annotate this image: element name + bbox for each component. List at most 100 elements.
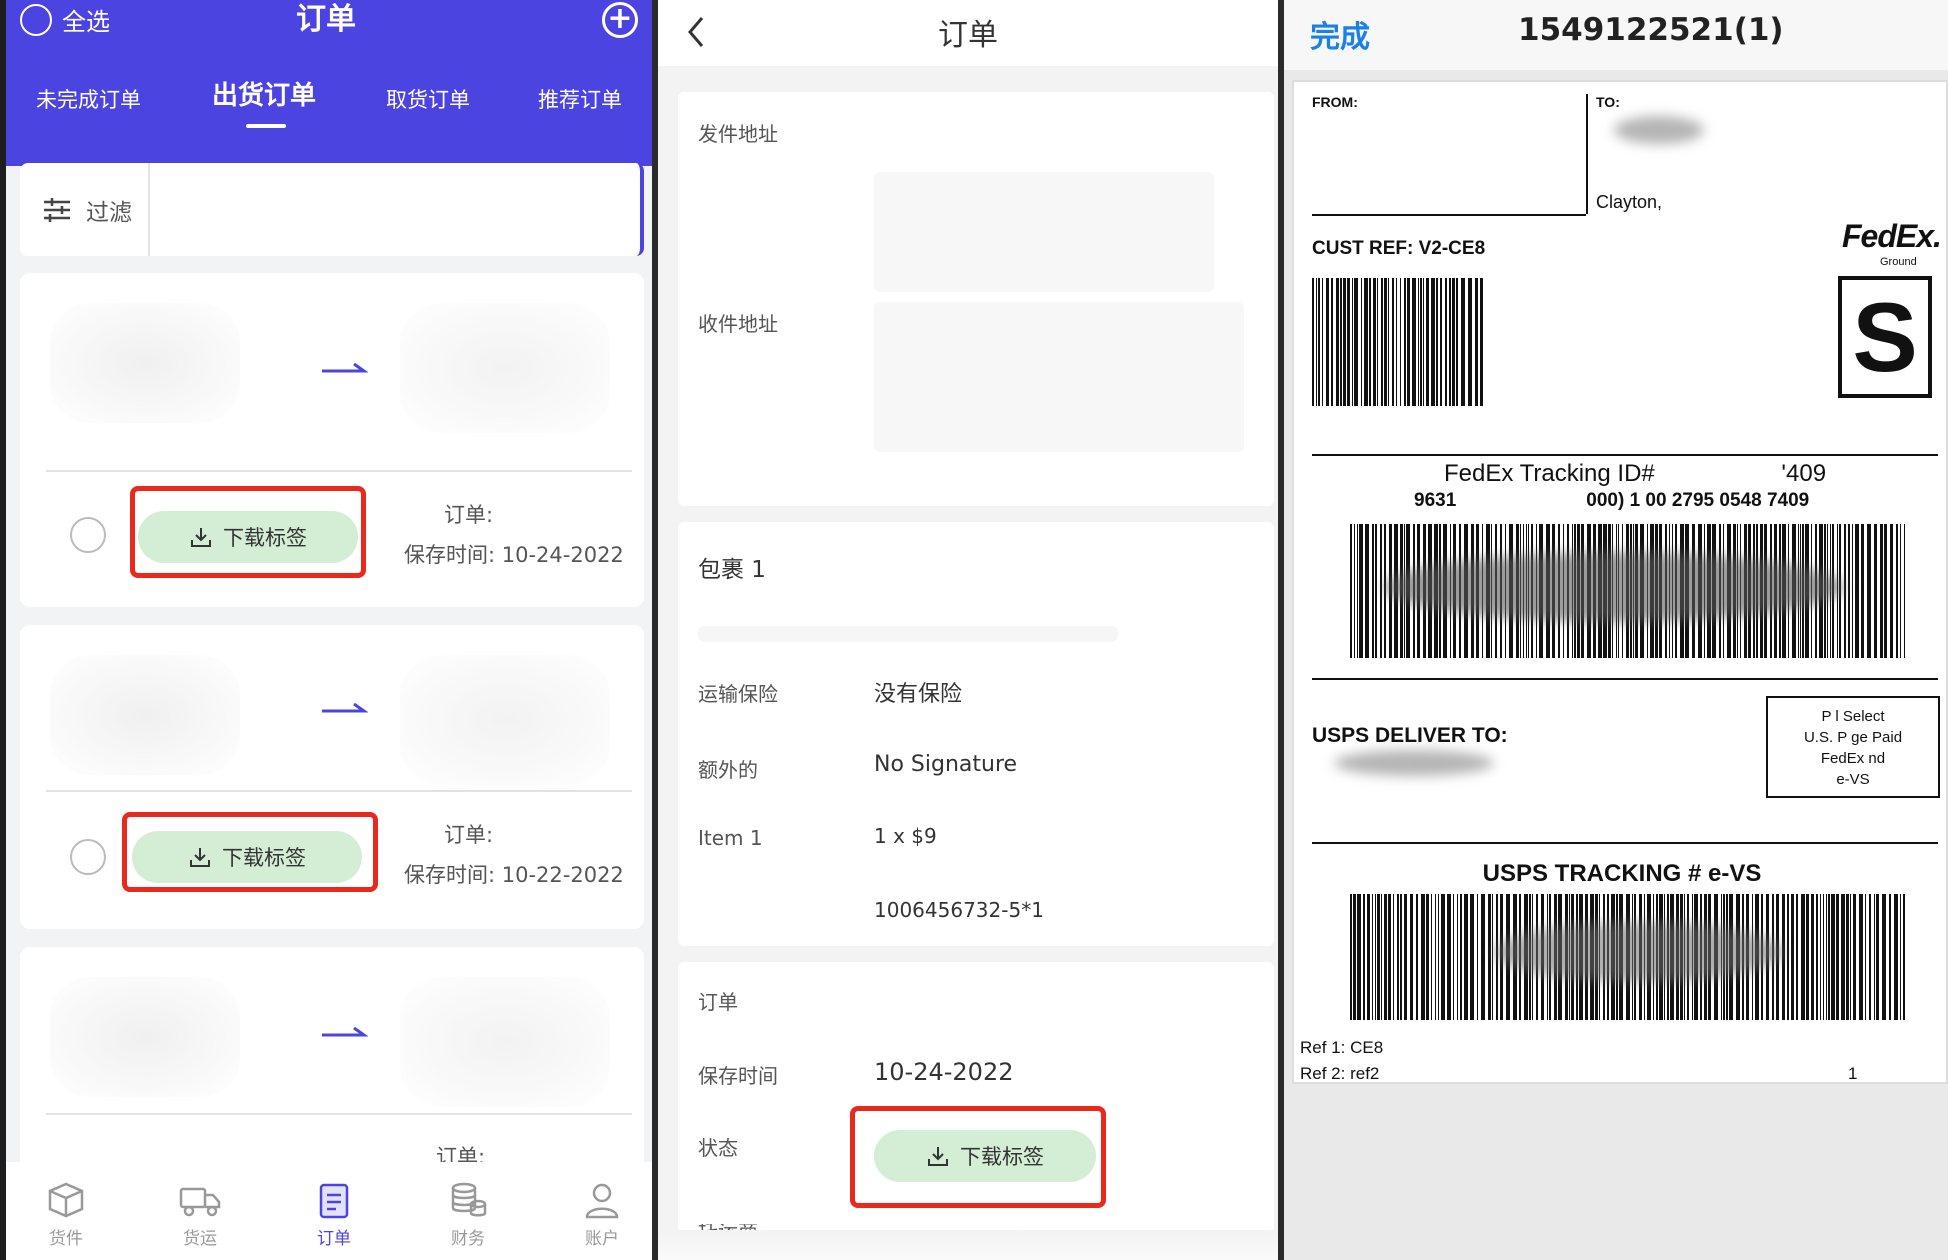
- item-sku: 1006456732-5*1: [874, 898, 1044, 922]
- status-label: 状态: [698, 1136, 738, 1160]
- order-list-screen: 全选 订单 + 未完成订单 出货订单 取货订单 推荐订单 过滤 下载标签 订单:…: [0, 0, 652, 1260]
- recipient-address-blurred: [400, 655, 610, 785]
- saved-time: 保存时间: 10-22-2022: [404, 863, 624, 887]
- sliders-icon: [44, 197, 70, 222]
- truck-icon: [179, 1187, 221, 1217]
- sender-address-label: 发件地址: [698, 122, 778, 146]
- header: 订单: [658, 0, 1278, 66]
- order-card[interactable]: 下载标签 订单: 保存时间: 10-24-2022: [20, 273, 644, 607]
- tab-shipping[interactable]: 出货订单: [212, 76, 316, 116]
- tracking-id-label: FedEx Tracking ID# '409: [1444, 460, 1826, 488]
- insurance-value: 没有保险: [874, 682, 963, 707]
- highlight-box: [122, 812, 378, 892]
- shipping-label: FROM: TO: Clayton, CUST REF: V2-CE8 FedE…: [1292, 80, 1948, 1084]
- extra-label: 额外的: [698, 758, 758, 782]
- card-divider: [46, 1113, 632, 1115]
- rule: [1312, 454, 1938, 456]
- user-icon: [585, 1183, 619, 1219]
- item-value: 1 x $9: [874, 824, 937, 848]
- to-label: TO:: [1596, 94, 1620, 110]
- barcode-smudge: [1494, 922, 1784, 982]
- highlight-box: [130, 486, 366, 578]
- top-bar: 全选 订单 + 未完成订单 出货订单 取货订单 推荐订单: [6, 0, 652, 166]
- order-card[interactable]: 订单:: [20, 947, 644, 1177]
- nav-label: 货运: [183, 1229, 217, 1249]
- order-tabs: 未完成订单 出货订单 取货订单 推荐订单: [6, 80, 652, 124]
- card-divider: [46, 790, 632, 792]
- package-section: 包裹 1 运输保险 没有保险 额外的 No Signature Item 1 1…: [678, 522, 1274, 946]
- tracking-id-text: FedEx Tracking ID#: [1444, 460, 1655, 487]
- postage-line-4: e-VS: [1836, 771, 1870, 788]
- fedex-logo: FedEx.: [1842, 218, 1942, 254]
- coins-icon: [451, 1182, 487, 1217]
- saved-time-label: 保存时间: [698, 1064, 778, 1088]
- fedex-ground-sub: Ground: [1880, 256, 1917, 268]
- postage-line-2: U.S. P ge Paid: [1803, 729, 1903, 746]
- nav-orders[interactable]: 订单: [294, 1180, 374, 1249]
- sender-address-blurred: [50, 303, 240, 423]
- recipient-address-blurred: [874, 302, 1244, 452]
- tab-incomplete[interactable]: 未完成订单: [36, 80, 141, 120]
- saved-time: 保存时间: 10-24-2022: [404, 543, 624, 567]
- nav-finance[interactable]: 财务: [428, 1180, 508, 1249]
- arrow-right-icon: [322, 1026, 368, 1037]
- filter-button[interactable]: 过滤: [20, 163, 150, 256]
- nav-label: 账户: [585, 1229, 619, 1249]
- service-letter: S: [1852, 282, 1918, 392]
- nav-account[interactable]: 账户: [562, 1180, 642, 1249]
- address-smudge: [1614, 116, 1704, 144]
- sender-address-blurred: [50, 655, 240, 775]
- extra-value: No Signature: [874, 752, 1018, 777]
- page-title: 订单: [938, 18, 998, 53]
- postage-line-1: P l Select: [1821, 708, 1885, 725]
- saved-time-value: 10-24-2022: [874, 1058, 1014, 1086]
- rule: [1312, 678, 1938, 680]
- postage-box: P l Select U.S. P ge Paid FedEx nd e-VS: [1766, 696, 1940, 798]
- arrow-right-icon: [322, 362, 368, 373]
- usps-deliver-label: USPS DELIVER TO:: [1312, 724, 1508, 747]
- nav-shipments[interactable]: 货件: [26, 1180, 106, 1249]
- order-card[interactable]: 下载标签 订单: 保存时间: 10-22-2022: [20, 625, 644, 929]
- page-number: 1: [1848, 1064, 1858, 1083]
- ref-2: Ref 2: ref2: [1300, 1064, 1380, 1083]
- header: 完成 1549122521(1): [1284, 0, 1948, 70]
- postage-line-3: FedEx nd: [1820, 750, 1886, 767]
- highlight-box: [850, 1106, 1106, 1208]
- label-preview-screen: 完成 1549122521(1) FROM: TO: Clayton, CUST…: [1284, 0, 1948, 1260]
- city-label: Clayton,: [1596, 192, 1663, 212]
- nav-freight[interactable]: 货运: [160, 1180, 240, 1249]
- item-label: Item 1: [698, 826, 763, 850]
- add-order-icon[interactable]: +: [602, 2, 638, 38]
- nav-label: 财务: [451, 1229, 485, 1249]
- active-tab-indicator: [246, 124, 286, 128]
- recipient-address-blurred: [400, 977, 610, 1107]
- order-select-radio[interactable]: [70, 517, 106, 553]
- from-label: FROM:: [1312, 94, 1358, 110]
- done-button[interactable]: 完成: [1310, 12, 1370, 56]
- order-select-radio[interactable]: [70, 839, 106, 875]
- ref-1: Ref 1: CE8: [1300, 1038, 1384, 1057]
- bottom-nav: 货件 货运 订单 财务 账户: [6, 1162, 652, 1260]
- address-section: 发件地址 收件地址: [678, 92, 1274, 506]
- order-section: 订单 保存时间 10-24-2022 状态 下载标签 托运商: [678, 962, 1274, 1232]
- tracking-line: 9631 000) 1 00 2795 0548 7409: [1414, 490, 1809, 512]
- tab-pickup[interactable]: 取货订单: [386, 80, 470, 120]
- sender-address-blurred: [50, 977, 240, 1097]
- filter-bar: 过滤: [20, 163, 644, 256]
- page-title: 订单: [296, 2, 356, 37]
- nav-label: 货件: [49, 1229, 83, 1249]
- order-detail-screen: 订单 发件地址 收件地址 包裹 1 运输保险 没有保险 额外的 No Signa…: [658, 0, 1278, 1260]
- tab-recommended[interactable]: 推荐订单: [538, 80, 622, 120]
- card-divider: [46, 470, 632, 472]
- service-box: S: [1838, 276, 1932, 398]
- arrow-right-icon: [322, 702, 368, 713]
- rule: [1312, 842, 1938, 844]
- tracking-id-tail: '409: [1781, 460, 1827, 487]
- recipient-address-blurred: [400, 303, 610, 433]
- order-label: 订单: [698, 990, 738, 1014]
- package-title: 包裹 1: [698, 557, 766, 583]
- order-number-label: 订单:: [444, 503, 494, 527]
- sender-address-blurred: [874, 172, 1214, 292]
- address-smudge: [1334, 750, 1494, 776]
- cust-ref: CUST REF: V2-CE8: [1312, 238, 1486, 259]
